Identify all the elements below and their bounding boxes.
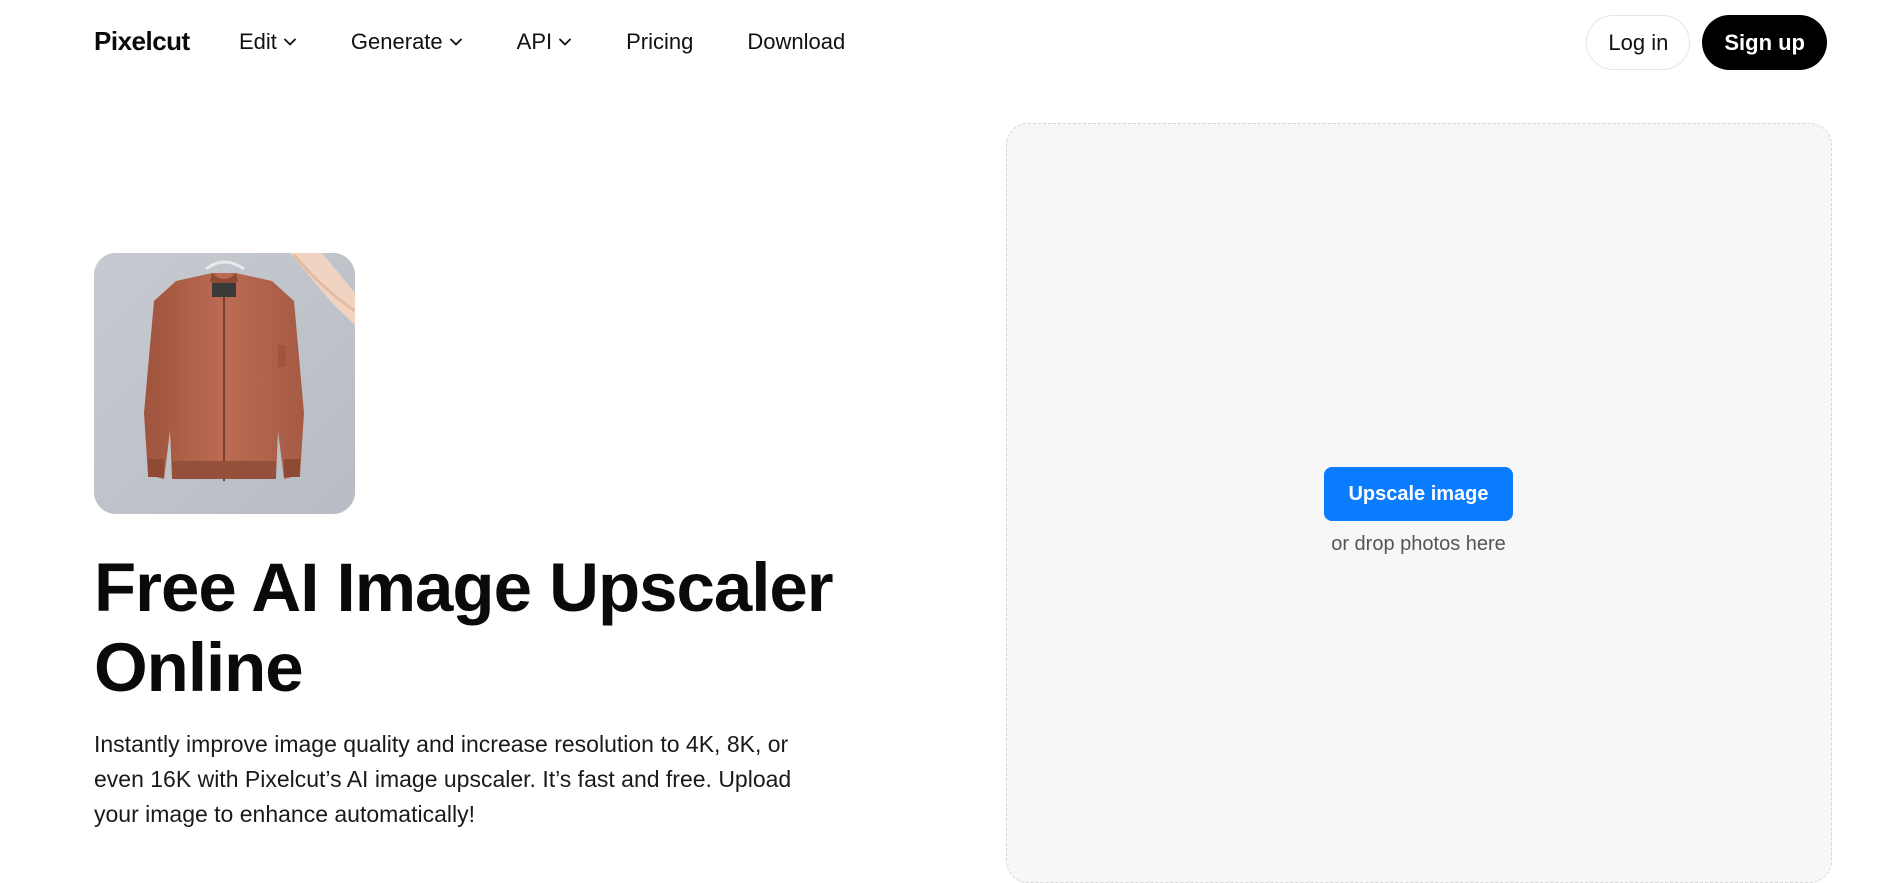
- site-header: Pixelcut Edit Generate API Pricing Downl…: [0, 0, 1883, 84]
- drop-hint: or drop photos here: [1331, 533, 1506, 555]
- login-button[interactable]: Log in: [1586, 15, 1691, 70]
- description-line-2: even 16K with Pixelcut’s AI image upscal…: [94, 766, 792, 792]
- logo[interactable]: Pixelcut: [94, 26, 190, 57]
- page-title: Free AI Image Upscaler Online: [94, 548, 894, 708]
- nav-generate[interactable]: Generate: [351, 29, 463, 55]
- description-line-1: Instantly improve image quality and incr…: [94, 731, 789, 757]
- description-line-3: your image to enhance automatically!: [94, 801, 475, 827]
- nav-api-label: API: [516, 29, 553, 54]
- signup-button[interactable]: Sign up: [1702, 15, 1827, 70]
- nav-generate-label: Generate: [350, 29, 443, 54]
- hero-description: Instantly improve image quality and incr…: [94, 727, 814, 832]
- title-line-1: Free AI Image Upscaler: [94, 549, 834, 626]
- nav-download[interactable]: Download: [747, 29, 845, 55]
- nav-api[interactable]: API: [517, 29, 572, 55]
- nav-download-label: Download: [747, 29, 846, 54]
- chevron-down-icon: [283, 35, 297, 49]
- chevron-down-icon: [558, 35, 572, 49]
- nav-edit[interactable]: Edit: [239, 29, 297, 55]
- main-nav: Edit Generate API Pricing Download: [239, 26, 845, 58]
- hero-jacket-image: [94, 253, 355, 514]
- upscale-image-button[interactable]: Upscale image: [1324, 467, 1513, 521]
- title-line-2: Online: [94, 629, 304, 706]
- nav-edit-label: Edit: [239, 29, 277, 54]
- nav-pricing[interactable]: Pricing: [626, 29, 693, 55]
- auth-actions: Log in Sign up: [1586, 15, 1827, 70]
- nav-pricing-label: Pricing: [626, 29, 694, 54]
- chevron-down-icon: [449, 35, 463, 49]
